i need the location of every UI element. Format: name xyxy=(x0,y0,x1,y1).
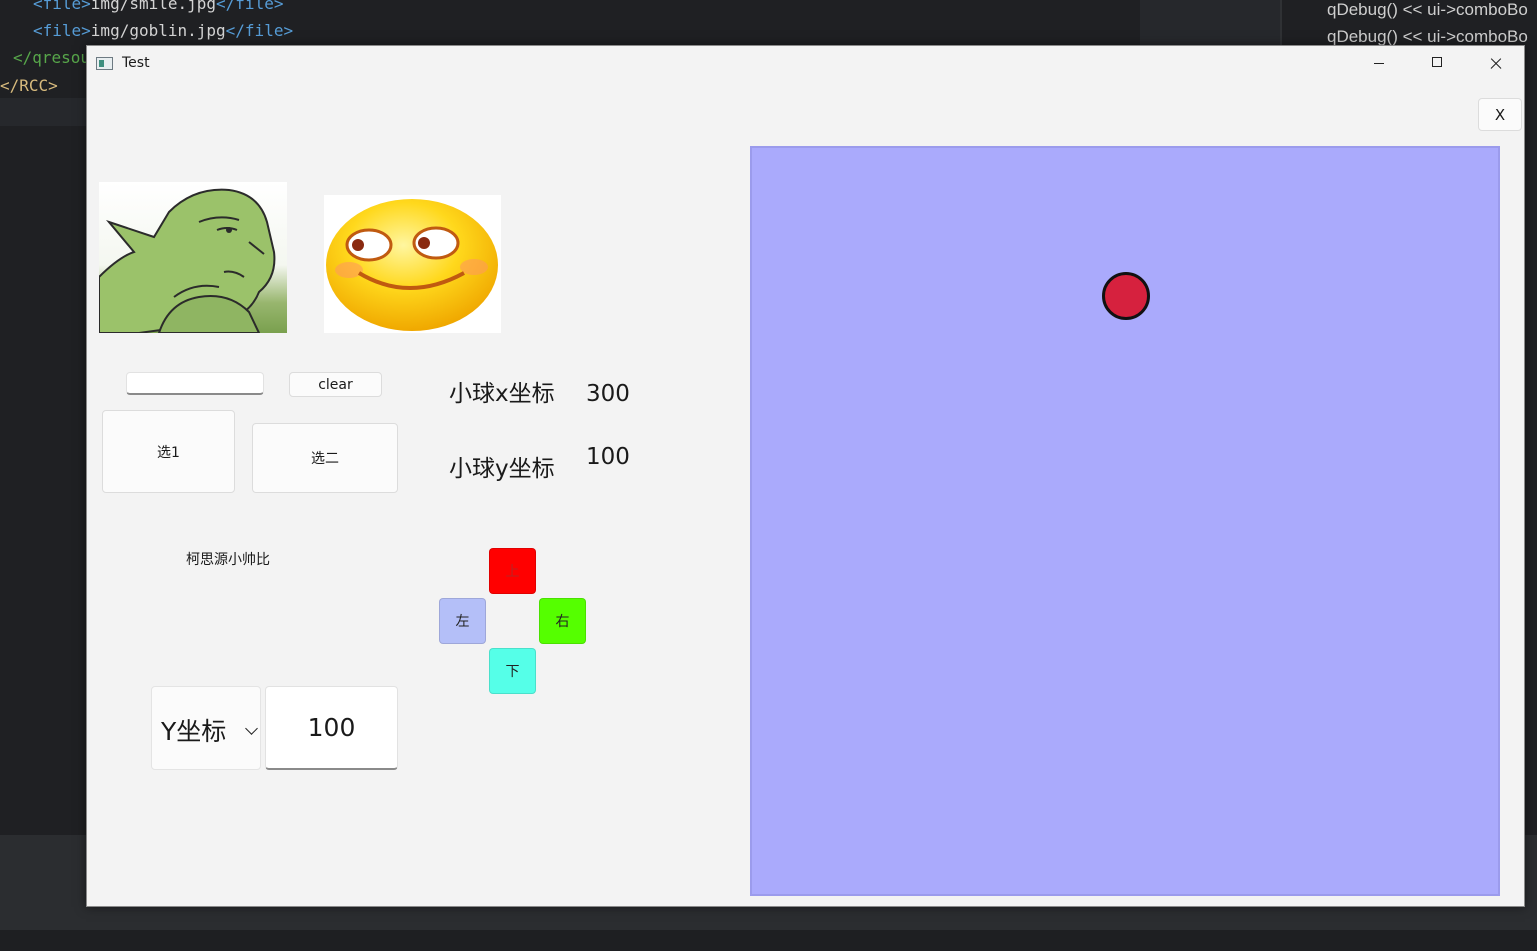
code-line-qdebug-2: qDebug() << ui->comboBo xyxy=(1327,27,1528,46)
code-line-smile: <file>img/smile.jpg</file> xyxy=(33,0,284,13)
goblin-image xyxy=(99,182,287,333)
code-line-rcc: </RCC> xyxy=(0,76,58,95)
code-line-qresource: </qresou xyxy=(13,48,91,67)
move-down-button[interactable]: 下 xyxy=(489,648,536,694)
move-up-button[interactable]: 上 xyxy=(489,548,536,594)
test-window: Test X clear 选1 选二 小球x坐标 300 小球y坐标 100 柯… xyxy=(86,45,1525,907)
code-line-goblin: <file>img/goblin.jpg</file> xyxy=(33,21,294,40)
clear-button[interactable]: clear xyxy=(289,372,382,397)
status-bar xyxy=(0,930,1537,951)
select-1-button[interactable]: 选1 xyxy=(102,410,235,493)
code-line-qdebug-1: qDebug() << ui->comboBo xyxy=(1327,0,1528,19)
ball-y-value: 100 xyxy=(586,444,630,470)
select-2-button[interactable]: 选二 xyxy=(252,423,398,493)
minimize-button[interactable] xyxy=(1350,46,1408,80)
text-input[interactable] xyxy=(126,372,264,395)
ball-canvas[interactable] xyxy=(750,146,1500,896)
x-button[interactable]: X xyxy=(1478,98,1522,131)
chevron-down-icon xyxy=(245,722,258,735)
move-right-button[interactable]: 右 xyxy=(539,598,586,644)
ball-x-label: 小球x坐标 xyxy=(449,381,555,407)
close-window-button[interactable] xyxy=(1466,46,1524,80)
maximize-button[interactable] xyxy=(1408,46,1466,80)
current-line-highlight xyxy=(0,98,86,126)
axis-combobox[interactable]: Y坐标 xyxy=(151,686,261,770)
title-bar[interactable]: Test xyxy=(87,46,1524,80)
name-label: 柯思源小帅比 xyxy=(186,552,270,568)
ball-x-value: 300 xyxy=(586,381,630,407)
coordinate-spinbox[interactable]: 100 xyxy=(265,686,398,770)
ball xyxy=(1101,272,1150,321)
app-icon xyxy=(96,57,113,70)
ball-y-label: 小球y坐标 xyxy=(449,456,555,482)
move-left-button[interactable]: 左 xyxy=(439,598,486,644)
window-title: Test xyxy=(122,55,150,71)
smile-image xyxy=(324,195,501,333)
combobox-value: Y坐标 xyxy=(161,717,227,746)
